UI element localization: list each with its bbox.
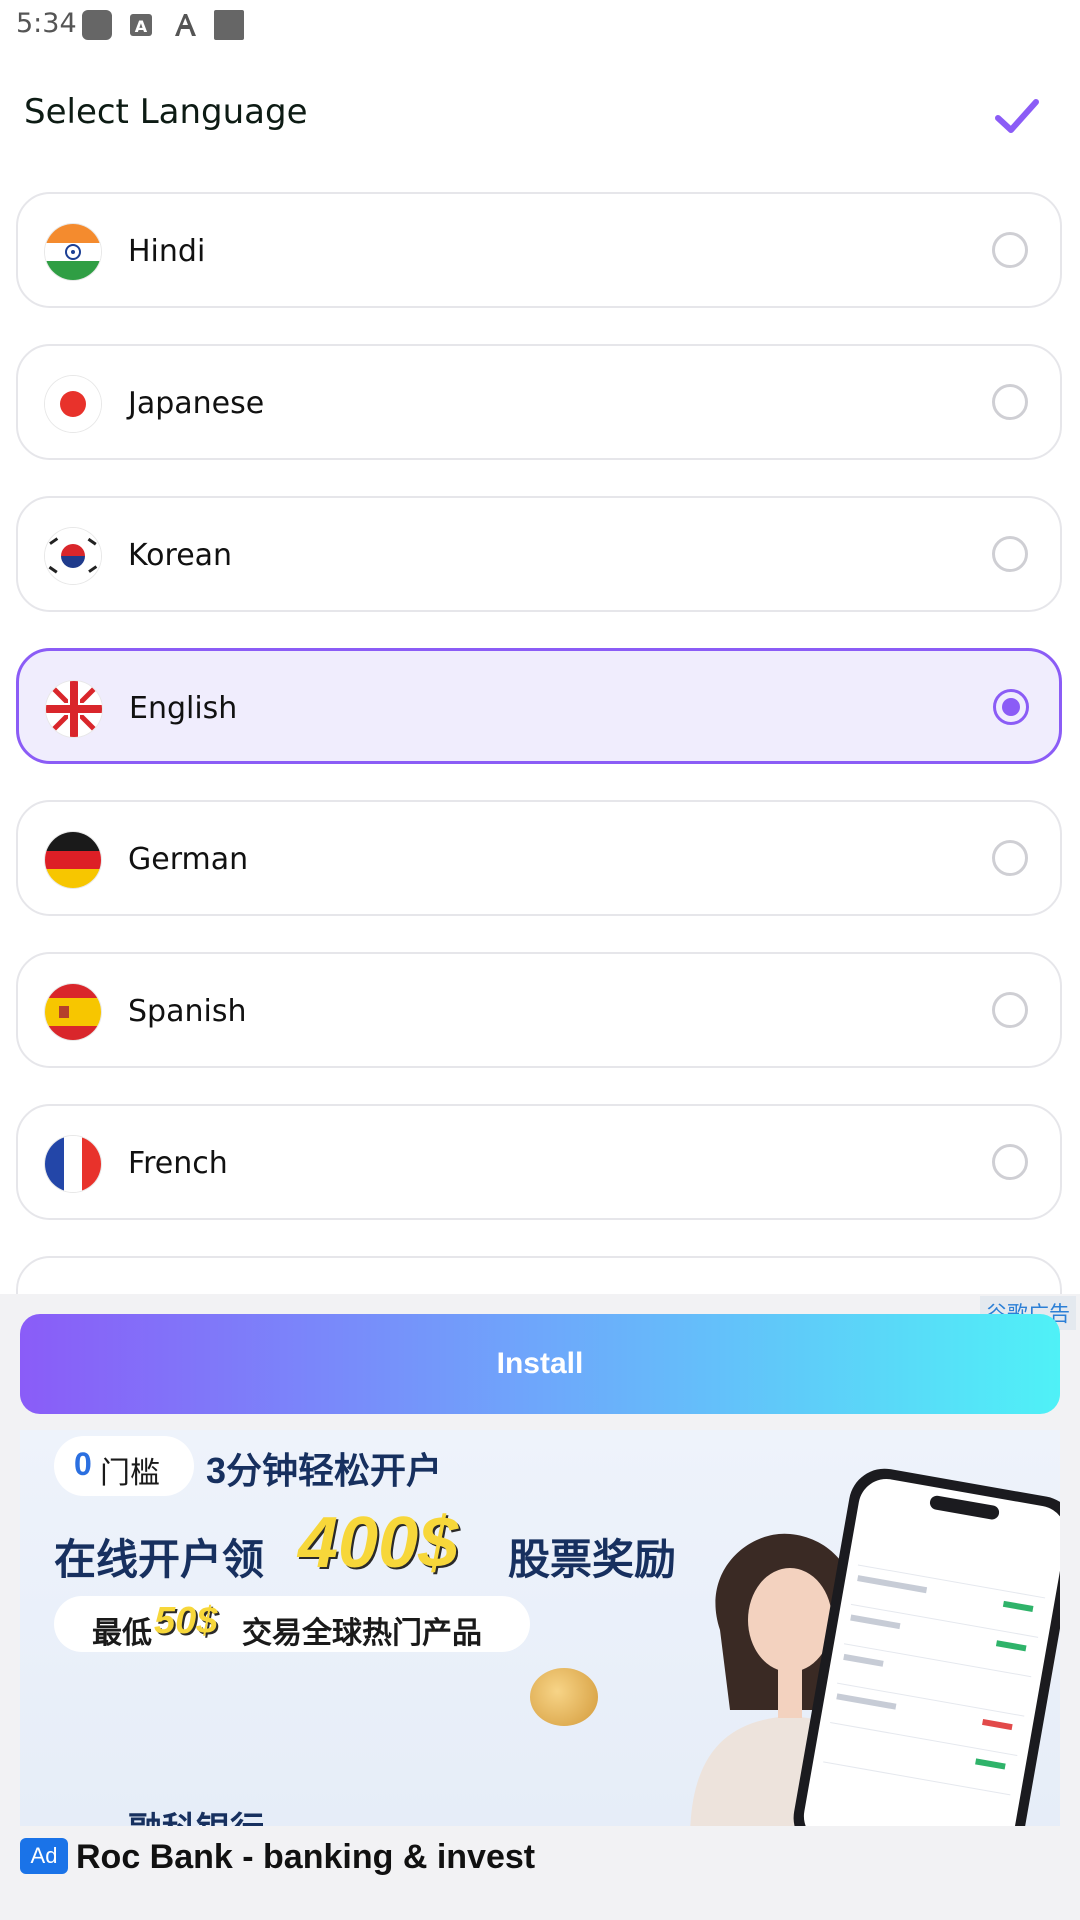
radio-button[interactable] xyxy=(992,232,1028,268)
page-title: Select Language xyxy=(24,92,308,132)
banner-line3a: 最低 xyxy=(92,1617,152,1650)
banner-line2a: 在线开户领 xyxy=(54,1536,265,1583)
language-label: Spanish xyxy=(128,994,247,1029)
checkmark-icon[interactable] xyxy=(986,86,1046,146)
language-item-spanish[interactable]: Spanish xyxy=(16,952,1062,1068)
language-item-hindi[interactable]: Hindi xyxy=(16,192,1062,308)
svg-text:A: A xyxy=(135,17,148,36)
language-item-french[interactable]: French xyxy=(16,1104,1062,1220)
ad-panel: 谷歌广告 Install 0 门槛 3分钟轻松开户 在线开户领 400$ 股票奖… xyxy=(0,1294,1080,1920)
france-flag-icon xyxy=(45,1136,101,1192)
language-label: Korean xyxy=(128,538,233,573)
ad-footer[interactable]: Ad Roc Bank - banking & invest xyxy=(0,1834,1080,1920)
language-label: English xyxy=(129,691,238,726)
banner-line1: 3分钟轻松开户 xyxy=(206,1450,443,1491)
language-label: French xyxy=(128,1146,228,1181)
banner-line3-amount: 50$ xyxy=(154,1600,218,1642)
japan-flag-icon xyxy=(45,376,101,432)
banner-line2-amount: 400$ xyxy=(298,1503,459,1583)
germany-flag-icon xyxy=(45,832,101,888)
font-icon: A xyxy=(126,10,156,40)
language-item-german[interactable]: German xyxy=(16,800,1062,916)
language-label: Hindi xyxy=(128,234,206,269)
notification-icon xyxy=(82,10,112,40)
banner-pill-zero: 0 xyxy=(74,1446,92,1482)
spain-flag-icon xyxy=(45,984,101,1040)
banner-line3b: 交易全球热门产品 xyxy=(242,1617,482,1650)
language-label: Japanese xyxy=(128,386,265,421)
language-label: German xyxy=(128,842,249,877)
ad-badge: Ad xyxy=(20,1838,68,1874)
language-item-korean[interactable]: Korean xyxy=(16,496,1062,612)
radio-button[interactable] xyxy=(992,384,1028,420)
header: Select Language xyxy=(0,70,1080,160)
banner-line2b: 股票奖励 xyxy=(508,1536,677,1583)
language-item-english[interactable]: English xyxy=(16,648,1062,764)
radio-button[interactable] xyxy=(992,992,1028,1028)
banner-pill-text: 门槛 xyxy=(100,1457,160,1490)
india-flag-icon xyxy=(45,224,101,280)
ad-app-name[interactable]: Roc Bank - banking & invest xyxy=(76,1838,535,1877)
korea-flag-icon xyxy=(45,528,101,584)
ad-banner-image[interactable]: 0 门槛 3分钟轻松开户 在线开户领 400$ 股票奖励 最低 50$ 交易全球… xyxy=(20,1430,1060,1826)
status-time: 5:34 xyxy=(16,8,77,39)
radio-button[interactable] xyxy=(992,840,1028,876)
install-button[interactable]: Install xyxy=(20,1314,1060,1414)
banner-pill-2: 最低 50$ 交易全球热门产品 xyxy=(54,1596,530,1652)
radio-button[interactable] xyxy=(992,536,1028,572)
uk-flag-icon xyxy=(46,681,102,737)
language-item-japanese[interactable]: Japanese xyxy=(16,344,1062,460)
banner-brand: 融科银行 xyxy=(128,1802,264,1826)
text-icon xyxy=(170,10,200,40)
radio-button-selected[interactable] xyxy=(993,689,1029,725)
status-bar: 5:34 A xyxy=(0,0,1080,48)
coin-image xyxy=(530,1668,598,1726)
square-icon xyxy=(214,10,244,40)
radio-button[interactable] xyxy=(992,1144,1028,1180)
banner-pill: 0 门槛 xyxy=(54,1436,194,1496)
